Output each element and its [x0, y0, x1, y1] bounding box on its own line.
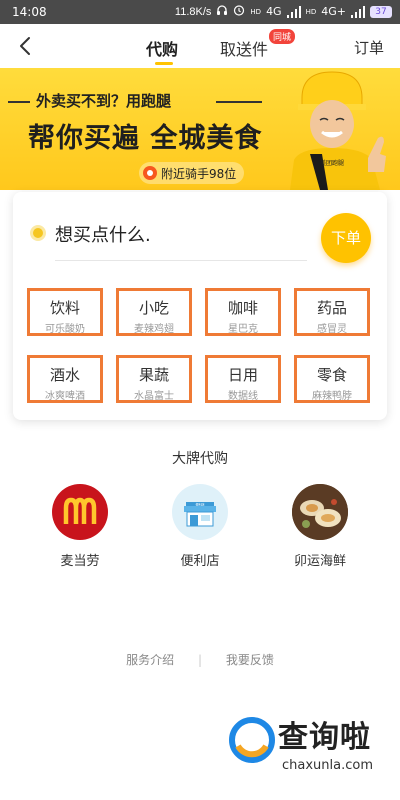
store-icon: 便利店 [172, 484, 228, 540]
category-sub: 数据线 [228, 391, 258, 402]
seafood-photo-icon [292, 484, 348, 540]
category-sub: 星巴克 [228, 324, 258, 335]
watermark-url: chaxunla.com [282, 758, 373, 773]
network-type-1: 4G [266, 5, 282, 18]
order-card: 想买点什么. 下单 饮料 可乐酸奶 小吃 麦辣鸡翅 咖啡 星巴克 药品 感冒灵 … [13, 192, 387, 420]
mcdonalds-logo-icon [52, 484, 108, 540]
riders-nearby-text: 附近骑手98位 [161, 166, 237, 181]
category-sub: 麦辣鸡翅 [134, 324, 174, 335]
banner-headline: 帮你买遍 全城美食 [28, 123, 263, 154]
category-daily-goods[interactable]: 日用 数据线 [205, 355, 281, 403]
category-sub: 冰爽啤酒 [45, 391, 85, 402]
brand-label: 麦当劳 [60, 554, 100, 569]
feedback-link[interactable]: 我要反馈 [226, 653, 274, 667]
order-button[interactable]: 下单 [321, 213, 371, 263]
svg-text:美团跑腿: 美团跑腿 [320, 159, 344, 167]
category-fruits-vegetables[interactable]: 果蔬 水晶富士 [116, 355, 192, 403]
promo-banner[interactable]: 外卖买不到？用跑腿 帮你买遍 全城美食 附近骑手98位 美团跑腿 [0, 68, 400, 190]
top-nav: 代购 取送件 同城 订单 [0, 24, 400, 68]
watermark-brand: 查询啦 [278, 720, 371, 755]
category-sub: 可乐酸奶 [45, 324, 85, 335]
category-sub: 感冒灵 [317, 324, 347, 335]
same-city-badge: 同城 [269, 29, 296, 44]
net-speed: 11.8K/s [174, 5, 212, 18]
prompt-underline [55, 260, 307, 261]
watermark-logo-icon [229, 717, 275, 763]
orders-link[interactable]: 订单 [354, 37, 384, 58]
category-name: 小吃 [138, 299, 169, 317]
category-name: 零食 [316, 366, 347, 384]
category-name: 饮料 [49, 299, 80, 317]
brands-title: 大牌代购 [172, 451, 228, 467]
hd-tag-2: HD [305, 7, 317, 16]
signal-icon-2 [351, 5, 365, 18]
what-to-buy-input[interactable]: 想买点什么. [55, 221, 151, 247]
brand-seafood[interactable]: 卯运海鲜 [280, 484, 360, 569]
category-coffee[interactable]: 咖啡 星巴克 [205, 288, 281, 336]
active-tab-indicator [155, 62, 173, 65]
category-name: 果蔬 [138, 366, 169, 384]
category-drinks[interactable]: 饮料 可乐酸奶 [27, 288, 103, 336]
category-snacks[interactable]: 小吃 麦辣鸡翅 [116, 288, 192, 336]
location-pin-icon [143, 166, 157, 180]
network-type-2: 4G+ [321, 5, 346, 18]
category-name: 咖啡 [227, 299, 258, 317]
hd-tag-1: HD [250, 7, 262, 16]
status-bar: 14:08 11.8K/s HD 4G HD 4G+ 37 [0, 0, 400, 24]
category-name: 药品 [316, 299, 347, 317]
category-snack-food[interactable]: 零食 麻辣鸭脖 [294, 355, 370, 403]
category-medicine[interactable]: 药品 感冒灵 [294, 288, 370, 336]
status-time: 14:08 [12, 5, 47, 19]
banner-dash-right [216, 101, 262, 103]
riders-nearby-pill: 附近骑手98位 [139, 162, 245, 184]
rider-illustration: 美团跑腿 [290, 71, 386, 190]
battery-icon: 37 [370, 5, 392, 18]
tab-daigou[interactable]: 代购 [146, 36, 178, 60]
headset-icon [216, 4, 228, 19]
svg-text:便利店: 便利店 [195, 501, 204, 506]
prompt-dot-icon [33, 228, 43, 238]
footer-links: 服务介绍 | 我要反馈 [0, 651, 400, 668]
brand-label: 便利店 [180, 554, 220, 569]
service-intro-link[interactable]: 服务介绍 [126, 653, 174, 667]
brand-convenience-store[interactable]: 便利店 便利店 [160, 484, 240, 569]
category-alcohol[interactable]: 酒水 冰爽啤酒 [27, 355, 103, 403]
tab-pickup-delivery[interactable]: 取送件 [220, 36, 268, 60]
brand-mcdonalds[interactable]: 麦当劳 [40, 484, 120, 569]
banner-dash-left [8, 101, 30, 103]
alarm-icon [233, 4, 245, 19]
footer-separator: | [197, 653, 203, 667]
brand-label: 卯运海鲜 [293, 554, 346, 569]
watermark: 查询啦 chaxunla.com [228, 712, 393, 784]
back-arrow-icon[interactable] [14, 34, 38, 58]
category-name: 酒水 [49, 366, 80, 384]
category-name: 日用 [227, 366, 258, 384]
status-icons: 11.8K/s HD 4G HD 4G+ 37 [175, 4, 392, 19]
banner-tagline: 外卖买不到？用跑腿 [36, 92, 172, 110]
signal-icon-1 [286, 5, 301, 18]
category-sub: 水晶富士 [134, 391, 174, 402]
category-sub: 麻辣鸭脖 [312, 391, 352, 402]
